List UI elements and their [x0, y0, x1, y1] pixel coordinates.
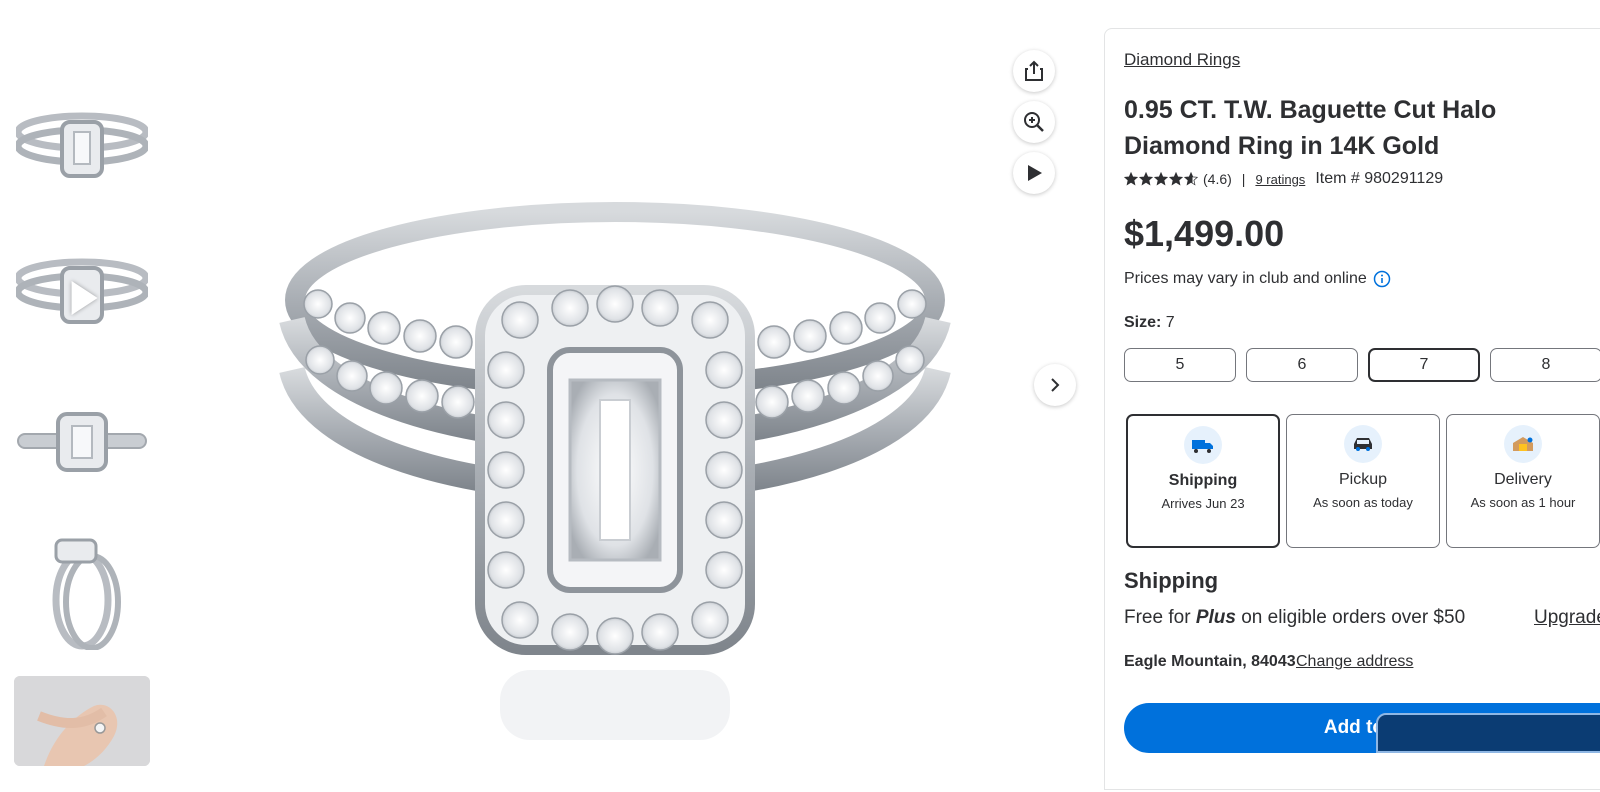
fulfillment-title: Shipping: [1168, 472, 1238, 489]
main-product-image[interactable]: [270, 200, 960, 740]
size-label-text: Size: [1124, 314, 1157, 331]
change-address-link[interactable]: Change address: [1296, 653, 1413, 671]
shipping-note: Free for Plus on eligible orders over $5…: [1124, 607, 1465, 629]
next-image-button[interactable]: [1034, 364, 1076, 406]
fulfillment-subtitle: As soon as 1 hour: [1470, 495, 1576, 510]
rating-row: (4.6) | 9 ratings Item # 980291129: [1124, 170, 1443, 188]
star-rating: [1124, 172, 1198, 186]
star-icon: [1139, 172, 1153, 186]
size-options: 5 6 7 8: [1124, 348, 1600, 382]
fulfillment-subtitle: Arrives Jun 23: [1161, 496, 1245, 511]
size-label: Size: 7: [1124, 314, 1175, 331]
thumbnail-ring-top[interactable]: [14, 384, 150, 504]
fulfillment-delivery[interactable]: Delivery As soon as 1 hour: [1446, 414, 1600, 548]
price-note-text: Prices may vary in club and online: [1124, 270, 1367, 287]
truck-icon: [1184, 426, 1222, 464]
zoom-in-icon: [1024, 112, 1044, 132]
pickup-car-icon: [1344, 425, 1382, 463]
star-icon: [1169, 172, 1183, 186]
video-button[interactable]: [1013, 152, 1055, 194]
info-icon[interactable]: [1373, 270, 1391, 288]
share-icon: [1025, 60, 1043, 81]
price-note: Prices may vary in club and online: [1124, 270, 1391, 288]
thumbnail-hand[interactable]: [14, 676, 150, 766]
size-option[interactable]: 6: [1246, 348, 1358, 382]
price: $1,499.00: [1124, 213, 1285, 254]
play-icon: [1028, 165, 1042, 181]
upgrade-link[interactable]: Upgrade: [1534, 607, 1600, 629]
play-icon: [71, 281, 98, 315]
thumbnail-ring-front[interactable]: [14, 92, 150, 212]
share-button[interactable]: [1013, 50, 1055, 92]
shipping-note-suffix: on eligible orders over $50: [1241, 607, 1466, 628]
star-icon: [1124, 172, 1138, 186]
shipping-address: Eagle Mountain, 84043: [1124, 653, 1296, 670]
size-selected: 7: [1165, 314, 1175, 331]
product-title: 0.95 CT. T.W. Baguette Cut Halo Diamond …: [1124, 96, 1497, 160]
fulfillment-pickup[interactable]: Pickup As soon as today: [1286, 414, 1440, 548]
size-option[interactable]: 8: [1490, 348, 1600, 382]
delivery-box-icon: [1504, 425, 1542, 463]
star-icon: [1184, 172, 1198, 186]
fulfillment-subtitle: As soon as today: [1313, 495, 1413, 510]
zoom-button[interactable]: [1013, 101, 1055, 143]
size-option[interactable]: 5: [1124, 348, 1236, 382]
fulfillment-title: Pickup: [1338, 471, 1388, 488]
thumbnail-ring-side[interactable]: [14, 530, 150, 650]
fulfillment-shipping[interactable]: Shipping Arrives Jun 23: [1126, 414, 1280, 548]
thumbnail-ring-video[interactable]: [14, 238, 150, 358]
divider: |: [1241, 171, 1246, 187]
shipping-heading: Shipping: [1124, 568, 1219, 593]
breadcrumb[interactable]: Diamond Rings: [1124, 50, 1240, 70]
chevron-right-icon: [1051, 378, 1060, 392]
chat-widget[interactable]: [1376, 713, 1600, 753]
rating-value: (4.6): [1203, 171, 1232, 187]
thumbnail-list: [14, 92, 150, 792]
shipping-note-prefix: Free for: [1124, 607, 1191, 628]
fulfillment-options: Shipping Arrives Jun 23 Pickup As soon a…: [1126, 414, 1600, 548]
plus-logo: Plus: [1195, 607, 1236, 628]
star-icon: [1154, 172, 1168, 186]
size-option-selected[interactable]: 7: [1368, 348, 1480, 382]
ratings-link[interactable]: 9 ratings: [1255, 172, 1305, 187]
fulfillment-title: Delivery: [1494, 471, 1552, 488]
item-number: Item # 980291129: [1315, 170, 1444, 187]
